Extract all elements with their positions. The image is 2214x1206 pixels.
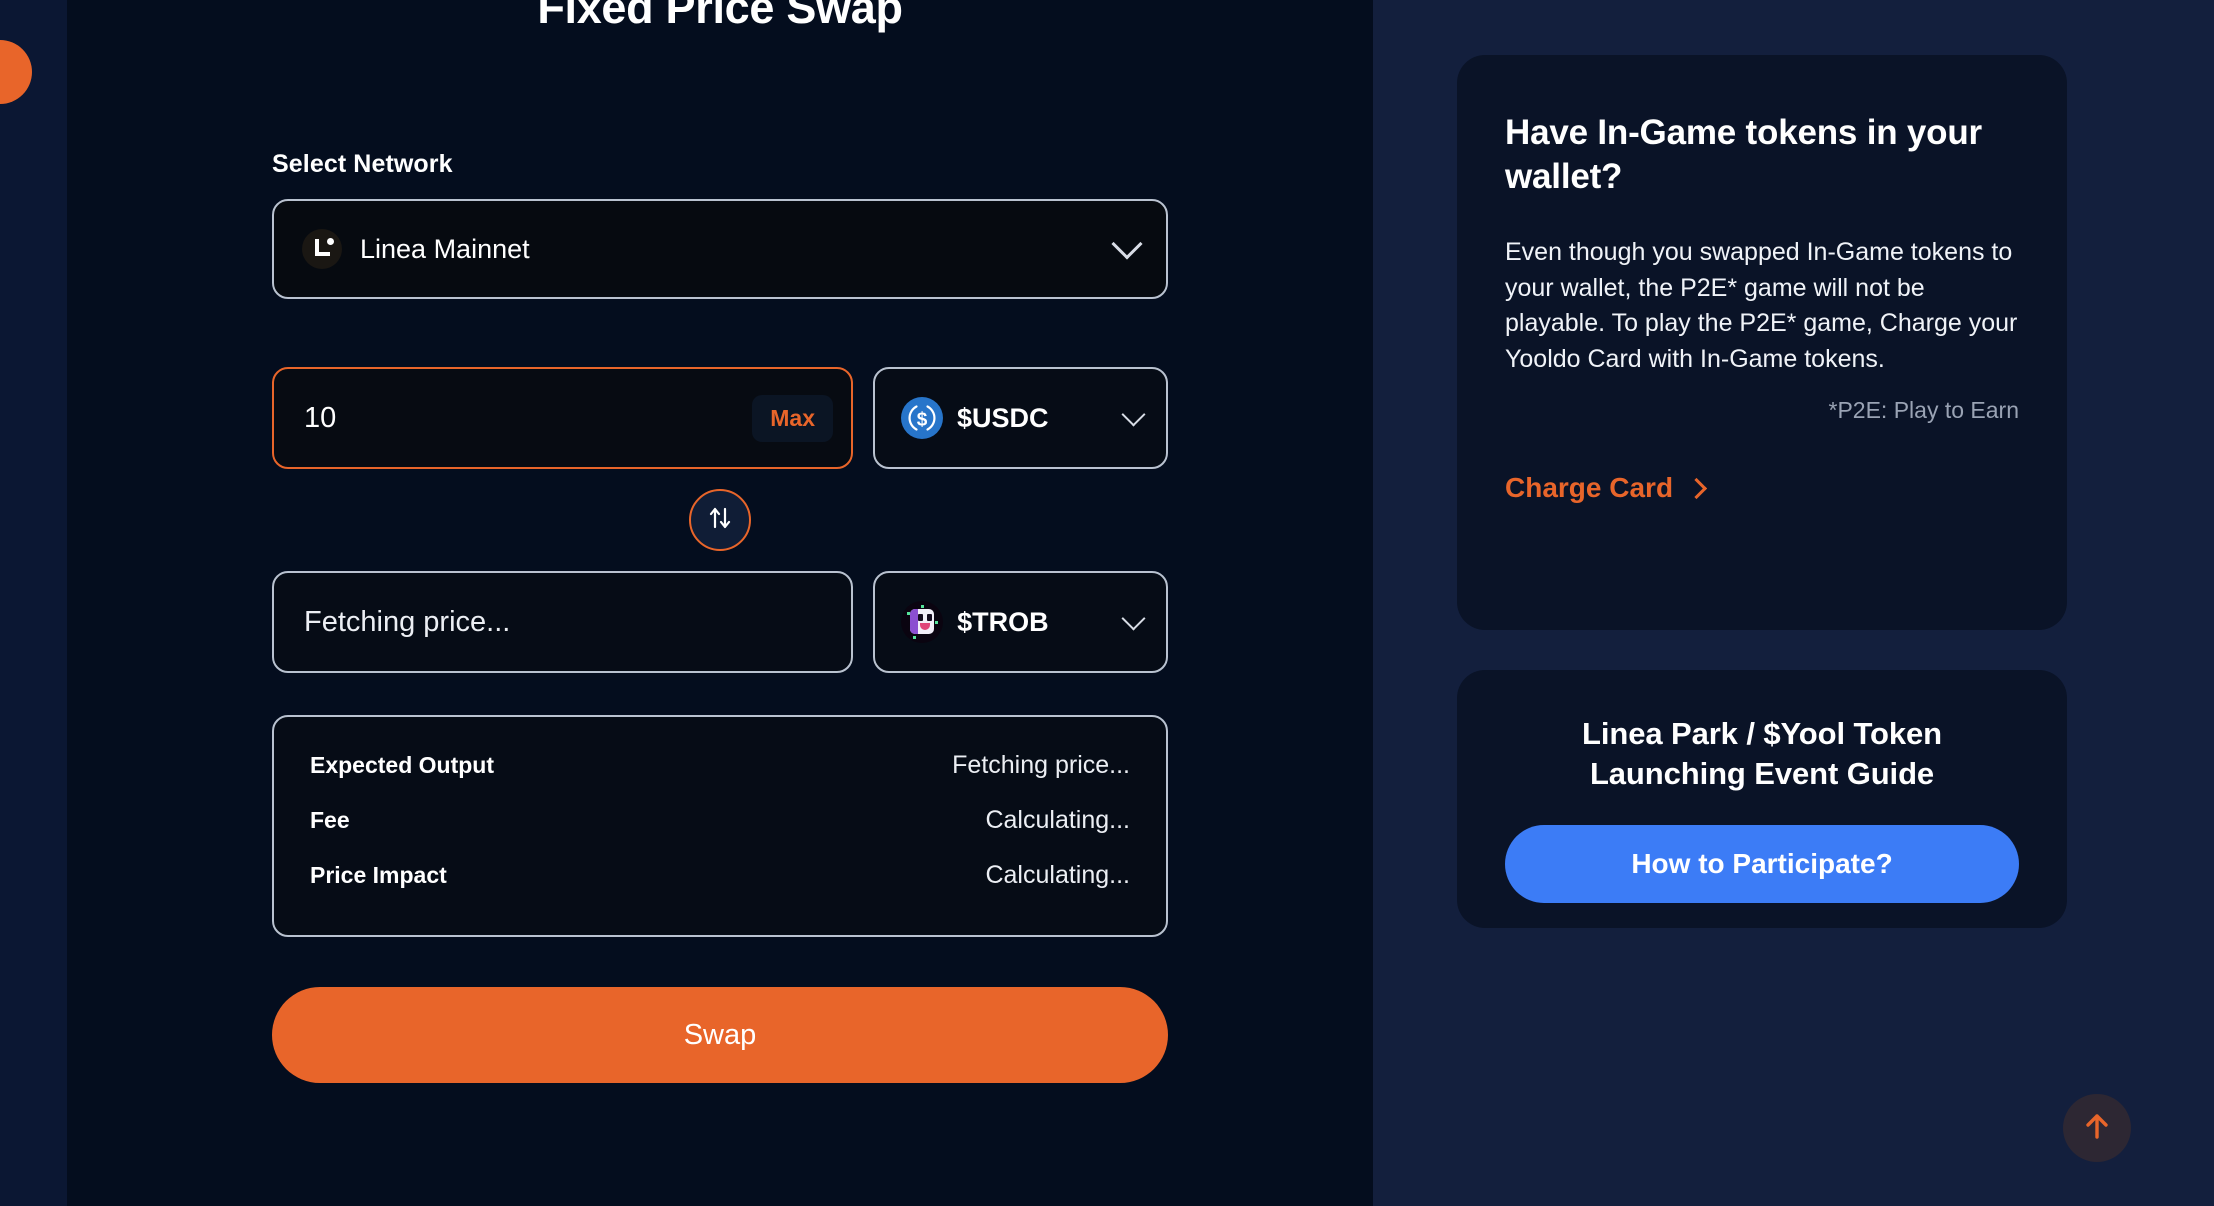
- usdc-icon: $: [901, 397, 943, 439]
- chevron-down-icon: [1111, 228, 1142, 259]
- to-amount-value: Fetching price...: [304, 606, 510, 639]
- from-token-select[interactable]: $ $USDC: [873, 367, 1168, 469]
- wallet-card-footnote: *P2E: Play to Earn: [1505, 397, 2019, 424]
- network-select[interactable]: Linea Mainnet: [272, 199, 1168, 299]
- swap-direction-toggle[interactable]: [689, 489, 751, 551]
- from-amount-field[interactable]: 10 Max: [272, 367, 853, 469]
- to-token-symbol: $TROB: [957, 607, 1111, 638]
- detail-label: Price Impact: [310, 862, 447, 889]
- to-amount-field[interactable]: Fetching price...: [272, 571, 853, 673]
- scroll-to-top-button[interactable]: [2063, 1094, 2131, 1162]
- wallet-info-card: Have In-Game tokens in your wallet? Even…: [1457, 55, 2067, 630]
- event-card-heading: Linea Park / $Yool Token Launching Event…: [1505, 714, 2019, 795]
- detail-value: Fetching price...: [952, 751, 1130, 780]
- right-sidebar: Have In-Game tokens in your wallet? Even…: [1373, 0, 2214, 1206]
- detail-row-fee: Fee Calculating...: [310, 806, 1130, 835]
- swap-submit-button[interactable]: Swap: [272, 987, 1168, 1083]
- swap-details-card: Expected Output Fetching price... Fee Ca…: [272, 715, 1168, 937]
- select-network-label: Select Network: [272, 150, 1168, 179]
- linea-icon: [302, 229, 342, 269]
- chevron-down-icon: [1121, 606, 1145, 630]
- swap-page: Fixed Price Swap Select Network Linea Ma…: [0, 0, 2214, 1206]
- swap-to-row: Fetching price... $TROB: [272, 571, 1168, 673]
- detail-value: Calculating...: [985, 806, 1130, 835]
- network-name: Linea Mainnet: [360, 234, 1116, 265]
- swap-vertical-icon: [706, 503, 734, 538]
- charge-card-link[interactable]: Charge Card: [1505, 472, 1704, 504]
- how-to-participate-button[interactable]: How to Participate?: [1505, 825, 2019, 903]
- from-token-symbol: $USDC: [957, 403, 1111, 434]
- event-guide-card: Linea Park / $Yool Token Launching Event…: [1457, 670, 2067, 928]
- chevron-down-icon: [1121, 402, 1145, 426]
- detail-row-expected-output: Expected Output Fetching price...: [310, 751, 1130, 780]
- from-amount-value: 10: [304, 402, 752, 435]
- wallet-card-body: Even though you swapped In-Game tokens t…: [1505, 235, 2019, 377]
- swap-toggle-wrap: [272, 489, 1168, 551]
- decorative-orange-orb: [0, 40, 32, 104]
- max-button[interactable]: Max: [752, 395, 833, 442]
- swap-from-row: 10 Max $ $USDC: [272, 367, 1168, 469]
- detail-value: Calculating...: [985, 861, 1130, 890]
- detail-row-price-impact: Price Impact Calculating...: [310, 861, 1130, 890]
- wallet-card-heading: Have In-Game tokens in your wallet?: [1505, 111, 2019, 199]
- charge-card-link-label: Charge Card: [1505, 472, 1673, 504]
- page-title: Fixed Price Swap: [67, 0, 1373, 34]
- chevron-right-icon: [1686, 478, 1707, 499]
- arrow-up-icon: [2081, 1109, 2113, 1148]
- detail-label: Expected Output: [310, 752, 494, 779]
- swap-main-column: Fixed Price Swap Select Network Linea Ma…: [67, 0, 1373, 1206]
- detail-label: Fee: [310, 807, 350, 834]
- swap-panel: Select Network Linea Mainnet 10 Max: [272, 150, 1168, 1083]
- left-rail: [0, 0, 67, 1206]
- svg-text:$: $: [917, 410, 928, 431]
- trob-icon: [901, 601, 943, 643]
- to-token-select[interactable]: $TROB: [873, 571, 1168, 673]
